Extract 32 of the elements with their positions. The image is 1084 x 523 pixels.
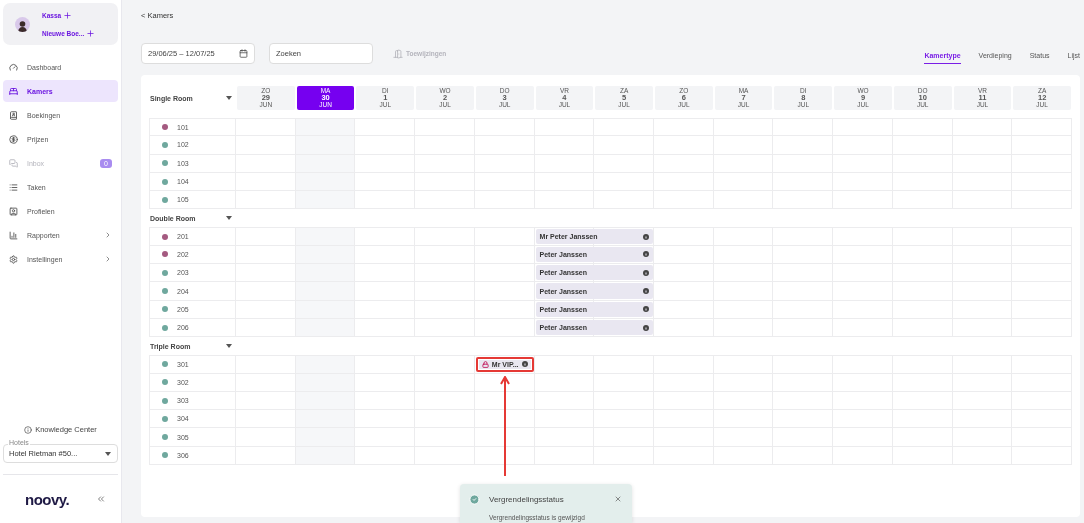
caret-icon — [226, 216, 232, 221]
info-icon — [521, 361, 528, 368]
plus-icon — [63, 10, 73, 20]
close-icon[interactable] — [614, 495, 622, 504]
bed-icon — [9, 86, 18, 96]
caret-icon — [226, 96, 232, 100]
info-icon — [643, 288, 649, 294]
caret-icon — [105, 451, 111, 456]
bar-chart-icon — [9, 230, 18, 240]
lock-icon — [481, 360, 489, 368]
chat-bubbles-icon — [9, 158, 18, 168]
settings-icon — [9, 254, 18, 264]
logo: noovy. — [25, 490, 70, 508]
contact-book-icon — [9, 110, 18, 120]
collapse-icon[interactable] — [96, 494, 106, 504]
door-icon — [393, 48, 403, 59]
info-icon — [643, 324, 649, 331]
toast-title: Vergrendelingsstatus — [489, 494, 565, 504]
info-icon — [643, 251, 649, 258]
gauge-icon — [9, 62, 18, 72]
info-icon — [643, 233, 649, 240]
check-icon — [469, 493, 480, 505]
info-icon — [24, 425, 33, 434]
avatar-icon — [15, 16, 30, 32]
plus-icon — [86, 28, 96, 38]
info-icon — [643, 306, 649, 313]
info-icon — [643, 269, 649, 276]
caret-icon — [226, 344, 232, 349]
coin-icon — [9, 134, 18, 144]
id-card-icon — [9, 206, 18, 216]
calendar-icon — [239, 49, 248, 58]
list-icon — [9, 182, 18, 192]
